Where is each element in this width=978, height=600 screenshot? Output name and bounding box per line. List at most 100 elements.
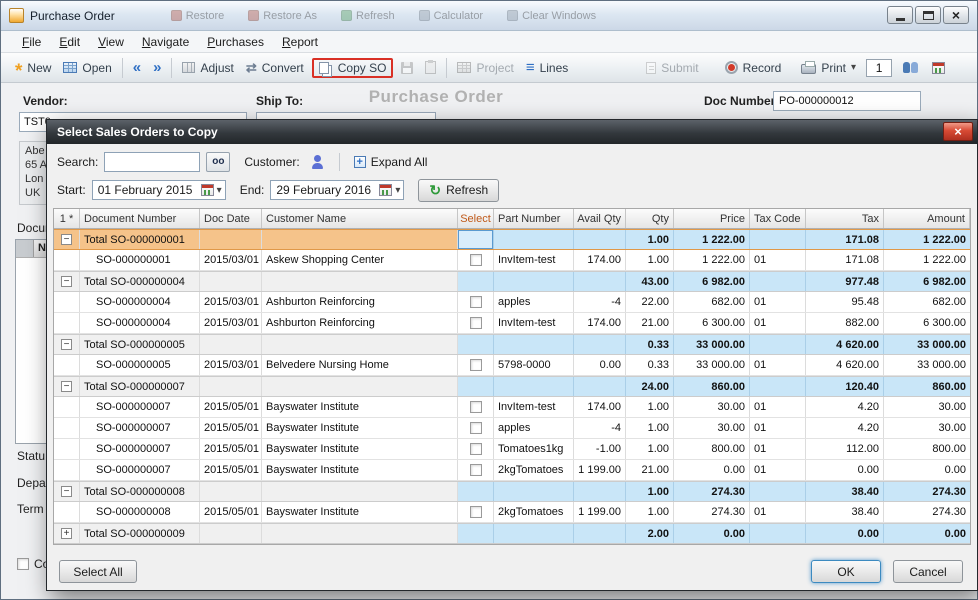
cell-part: 2kgTomatoes — [494, 460, 574, 480]
menu-file[interactable]: File — [13, 33, 50, 51]
copy-so-button[interactable]: Copy SO — [319, 61, 387, 75]
menu-bar: File Edit View Navigate Purchases Report — [1, 31, 977, 53]
refresh-button[interactable]: Refresh — [418, 179, 499, 202]
column-header-select[interactable]: Select — [458, 209, 494, 228]
column-header-amount[interactable]: Amount — [884, 209, 970, 228]
project-button[interactable]: Project — [451, 58, 519, 78]
save-button[interactable] — [395, 59, 419, 77]
so-group-row[interactable]: −Total SO-0000000011.001 222.00171.081 2… — [54, 229, 970, 250]
calendar-button[interactable] — [926, 59, 951, 77]
select-checkbox[interactable] — [470, 359, 482, 371]
expand-icon[interactable]: + — [61, 528, 72, 539]
print-button[interactable]: Print — [795, 58, 862, 78]
close-button[interactable] — [943, 6, 969, 24]
column-header-qty[interactable]: Qty — [626, 209, 674, 228]
so-detail-row[interactable]: SO-0000000052015/03/01Belvedere Nursing … — [54, 355, 970, 376]
cancel-button[interactable]: Cancel — [893, 560, 963, 583]
column-header-part-number[interactable]: Part Number — [494, 209, 574, 228]
customer-picker-button[interactable] — [306, 152, 330, 172]
select-checkbox[interactable] — [470, 506, 482, 518]
select-checkbox[interactable] — [470, 401, 482, 413]
expand-all-button[interactable]: Expand All — [349, 153, 433, 171]
next-button[interactable] — [147, 59, 167, 77]
collapse-icon[interactable]: − — [61, 381, 72, 392]
dialog-close-button[interactable] — [943, 122, 973, 141]
previous-button[interactable] — [127, 59, 147, 77]
so-group-row[interactable]: −Total SO-0000000050.3333 000.004 620.00… — [54, 334, 970, 355]
start-date-picker[interactable]: 01 February 2015 — [92, 180, 226, 200]
adjust-button[interactable]: Adjust — [176, 58, 239, 78]
cell-cust — [262, 482, 458, 501]
select-checkbox[interactable] — [470, 317, 482, 329]
column-header-tax-code[interactable]: Tax Code — [750, 209, 806, 228]
search-input[interactable] — [104, 152, 200, 172]
so-detail-row[interactable]: SO-0000000072015/05/01Bayswater Institut… — [54, 439, 970, 460]
cell-amt: 682.00 — [884, 292, 970, 312]
open-button[interactable]: Open — [57, 58, 117, 78]
cell-qty: 2.00 — [626, 524, 674, 543]
select-checkbox[interactable] — [470, 443, 482, 455]
ok-button[interactable]: OK — [811, 560, 881, 583]
so-group-row[interactable]: −Total SO-00000000724.00860.00120.40860.… — [54, 376, 970, 397]
cell-price: 274.30 — [674, 482, 750, 501]
users-button[interactable] — [896, 58, 926, 77]
column-header-tax[interactable]: Tax — [806, 209, 884, 228]
menu-purchases[interactable]: Purchases — [198, 33, 273, 51]
lines-button[interactable]: Lines — [520, 58, 574, 78]
cell-date: 2015/05/01 — [200, 502, 262, 522]
maximize-button[interactable] — [915, 6, 941, 24]
column-header-indicator[interactable]: 1 * — [54, 209, 80, 228]
cell-avail — [574, 335, 626, 354]
cell-cust: Bayswater Institute — [262, 460, 458, 480]
page-number-field[interactable]: 1 — [866, 59, 892, 77]
so-detail-row[interactable]: SO-0000000072015/05/01Bayswater Institut… — [54, 418, 970, 439]
select-checkbox[interactable] — [470, 422, 482, 434]
minimize-button[interactable] — [887, 6, 913, 24]
select-all-button[interactable]: Select All — [59, 560, 137, 583]
so-detail-row[interactable]: SO-0000000082015/05/01Bayswater Institut… — [54, 502, 970, 523]
so-group-row[interactable]: +Total SO-0000000092.000.000.000.00 — [54, 523, 970, 544]
so-detail-row[interactable]: SO-0000000042015/03/01Ashburton Reinforc… — [54, 292, 970, 313]
end-date-picker[interactable]: 29 February 2016 — [270, 180, 404, 200]
so-detail-row[interactable]: SO-0000000072015/05/01Bayswater Institut… — [54, 397, 970, 418]
so-detail-row[interactable]: SO-0000000072015/05/01Bayswater Institut… — [54, 460, 970, 481]
paste-button[interactable] — [419, 58, 442, 77]
column-header-doc-date[interactable]: Doc Date — [200, 209, 262, 228]
select-checkbox[interactable] — [470, 296, 482, 308]
record-button[interactable]: Record — [719, 58, 788, 78]
cell-avail: -1.00 — [574, 439, 626, 459]
menu-view[interactable]: View — [89, 33, 133, 51]
new-button[interactable]: New — [9, 58, 57, 78]
column-header-document-number[interactable]: Document Number — [80, 209, 200, 228]
doc-number-field[interactable] — [773, 91, 921, 111]
so-group-row[interactable]: −Total SO-00000000443.006 982.00977.486 … — [54, 271, 970, 292]
column-header-price[interactable]: Price — [674, 209, 750, 228]
so-detail-row[interactable]: SO-0000000012015/03/01Askew Shopping Cen… — [54, 250, 970, 271]
so-detail-row[interactable]: SO-0000000042015/03/01Ashburton Reinforc… — [54, 313, 970, 334]
select-checkbox[interactable] — [470, 464, 482, 476]
confirm-checkbox[interactable] — [17, 558, 29, 570]
vendor-label: Vendor: — [23, 94, 68, 108]
cell-doc: SO-000000007 — [80, 439, 200, 459]
collapse-icon[interactable]: − — [61, 234, 72, 245]
so-group-row[interactable]: −Total SO-0000000081.00274.3038.40274.30 — [54, 481, 970, 502]
cell-amt: 800.00 — [884, 439, 970, 459]
cell-doc: Total SO-000000004 — [80, 272, 200, 291]
menu-edit[interactable]: Edit — [50, 33, 89, 51]
select-checkbox[interactable] — [470, 254, 482, 266]
cell-price: 1 222.00 — [674, 230, 750, 249]
column-header-avail-qty[interactable]: Avail Qty — [574, 209, 626, 228]
cell-taxc: 01 — [750, 292, 806, 312]
menu-navigate[interactable]: Navigate — [133, 33, 198, 51]
separator — [122, 58, 123, 78]
submit-button[interactable]: Submit — [640, 58, 704, 78]
find-button[interactable] — [206, 152, 230, 172]
convert-button[interactable]: Convert — [240, 57, 310, 79]
cell-amt: 0.00 — [884, 524, 970, 543]
column-header-customer-name[interactable]: Customer Name — [262, 209, 458, 228]
collapse-icon[interactable]: − — [61, 276, 72, 287]
collapse-icon[interactable]: − — [61, 486, 72, 497]
clear-windows-icon — [507, 10, 518, 21]
collapse-icon[interactable]: − — [61, 339, 72, 350]
menu-report[interactable]: Report — [273, 33, 327, 51]
